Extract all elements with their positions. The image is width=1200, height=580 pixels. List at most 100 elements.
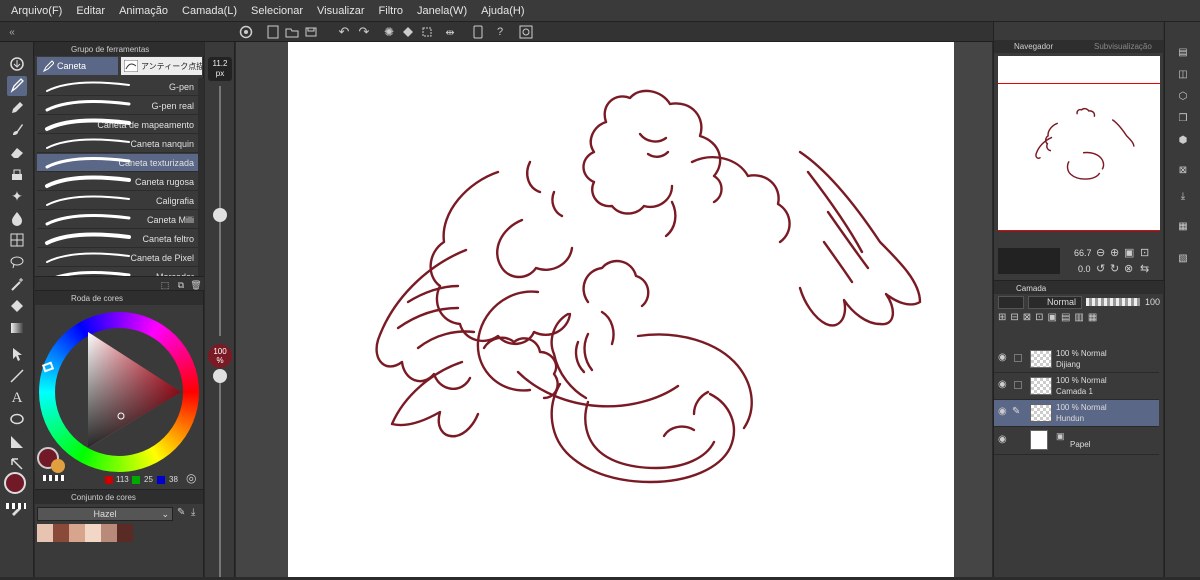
- clear-icon[interactable]: ✺: [381, 24, 397, 40]
- correct-line-icon[interactable]: [7, 454, 27, 474]
- main-color-swatch[interactable]: [4, 472, 26, 494]
- layer-row-paper[interactable]: ◉ ▣ Papel: [994, 427, 1159, 455]
- transparent-swatch[interactable]: [6, 503, 26, 509]
- sv-triangle[interactable]: [55, 328, 183, 456]
- sub-color-circle[interactable]: [51, 459, 65, 473]
- view-tool-icon[interactable]: [7, 54, 27, 74]
- brush-item[interactable]: Caneta Milli: [37, 211, 198, 229]
- pen-tool-icon[interactable]: [7, 76, 27, 96]
- flip-icon[interactable]: ⇹: [442, 24, 458, 40]
- brush-item[interactable]: Caneta texturizada: [37, 154, 198, 172]
- ruler-tool-icon[interactable]: [7, 432, 27, 452]
- layer-lock-box[interactable]: [1014, 381, 1022, 389]
- rotate-right-icon[interactable]: ↻: [1110, 262, 1119, 275]
- strip-icon-9[interactable]: ▧: [1175, 250, 1191, 266]
- layer-opacity-value[interactable]: 100: [1145, 297, 1160, 307]
- operation-tool-icon[interactable]: [7, 344, 27, 364]
- layer-toolbar[interactable]: ⊞⊟⊠⊡▣▤▥▦: [998, 312, 1160, 326]
- navigator-slider-area[interactable]: [998, 248, 1060, 274]
- color-swatch[interactable]: [37, 524, 53, 542]
- magic-wand-icon[interactable]: [7, 274, 27, 294]
- transparent-toggle[interactable]: [43, 475, 65, 481]
- blend-tool-icon[interactable]: [7, 208, 27, 228]
- layer-opacity-slider[interactable]: [1086, 298, 1140, 306]
- zoom-value[interactable]: 66.7: [1074, 248, 1092, 258]
- redo-icon[interactable]: ↷: [356, 24, 372, 40]
- blend-icon-button[interactable]: [998, 296, 1024, 309]
- sparkle-tool-icon[interactable]: ✦: [7, 186, 27, 206]
- menu-camada[interactable]: Camada(L): [175, 5, 244, 17]
- reset-rotation-icon[interactable]: ⊗: [1124, 262, 1133, 275]
- wrench-icon[interactable]: ✎: [177, 507, 185, 518]
- strip-icon-3[interactable]: ⬡: [1175, 88, 1191, 104]
- tab-navegador[interactable]: Navegador: [1014, 42, 1053, 51]
- brush-item[interactable]: G-pen: [37, 78, 198, 96]
- pencil-tool-icon[interactable]: [7, 98, 27, 118]
- blend-mode-select[interactable]: Normal: [1028, 296, 1082, 309]
- menu-editar[interactable]: Editar: [69, 5, 112, 17]
- brush-size-display[interactable]: 11.2 px: [208, 57, 232, 81]
- rotate-left-icon[interactable]: ↺: [1096, 262, 1105, 275]
- opacity-thumb[interactable]: [213, 369, 227, 383]
- new-file-icon[interactable]: [265, 24, 281, 40]
- strip-icon-5[interactable]: ⬢: [1175, 132, 1191, 148]
- lasso-tool-icon[interactable]: [7, 252, 27, 272]
- strip-icon-7[interactable]: ⤓: [1175, 188, 1191, 204]
- strip-icon-2[interactable]: ◫: [1175, 66, 1191, 82]
- menu-filtro[interactable]: Filtro: [372, 5, 410, 17]
- color-swatch[interactable]: [117, 524, 133, 542]
- open-file-icon[interactable]: [284, 24, 300, 40]
- menu-selecionar[interactable]: Selecionar: [244, 5, 310, 17]
- layer-lock-box[interactable]: [1014, 354, 1022, 362]
- eye-icon[interactable]: ◉: [998, 379, 1007, 390]
- layer-row[interactable]: ◉ 100 % Normal Dijiang: [994, 346, 1159, 373]
- color-swatch[interactable]: [85, 524, 101, 542]
- color-swatch[interactable]: [53, 524, 69, 542]
- fill-icon[interactable]: [400, 24, 416, 40]
- color-mode-icon[interactable]: ◎: [186, 471, 196, 485]
- import-icon[interactable]: ⤓: [191, 507, 195, 518]
- color-set-select[interactable]: Hazel ⌄: [37, 507, 173, 521]
- tab-subvisualizacao[interactable]: Subvisualização: [1094, 42, 1152, 51]
- brush-item[interactable]: Caneta de mapeamento: [37, 116, 198, 134]
- gradient-tool-icon[interactable]: [7, 318, 27, 338]
- eraser-tool-icon[interactable]: [7, 142, 27, 162]
- menu-janela[interactable]: Janela(W): [410, 5, 474, 17]
- brush-size-thumb[interactable]: [213, 208, 227, 222]
- help-icon[interactable]: ?: [492, 24, 508, 40]
- actual-size-icon[interactable]: ⊡: [1140, 246, 1149, 259]
- strip-icon-8[interactable]: ▦: [1175, 218, 1191, 234]
- clip-studio-icon[interactable]: [238, 24, 254, 40]
- tab-camada[interactable]: Camada: [1016, 284, 1046, 293]
- color-swatch[interactable]: [101, 524, 117, 542]
- brush-item[interactable]: Caneta rugosa: [37, 173, 198, 191]
- collapse-left-icon[interactable]: «: [4, 24, 20, 40]
- brush-item[interactable]: Caneta de Pixel: [37, 249, 198, 267]
- zoom-in-icon[interactable]: ⊕: [1110, 246, 1119, 259]
- text-tool-icon[interactable]: A: [7, 388, 27, 408]
- tab-caneta[interactable]: Caneta: [37, 57, 118, 75]
- eye-icon[interactable]: ◉: [998, 406, 1007, 417]
- device-icon[interactable]: [470, 24, 486, 40]
- eye-icon[interactable]: ◉: [998, 434, 1007, 445]
- fill-bucket-icon[interactable]: [7, 296, 27, 316]
- strip-icon-6[interactable]: ⊠: [1175, 162, 1191, 178]
- color-swatch[interactable]: [69, 524, 85, 542]
- navigator-preview[interactable]: [998, 56, 1160, 231]
- balloon-tool-icon[interactable]: [7, 410, 27, 430]
- strip-icon-4[interactable]: ❒: [1175, 110, 1191, 126]
- brush-item[interactable]: Caneta feltro: [37, 230, 198, 248]
- brush-tool-icon[interactable]: [7, 120, 27, 140]
- eye-icon[interactable]: ◉: [998, 352, 1007, 363]
- zoom-window-icon[interactable]: [518, 24, 534, 40]
- zoom-out-icon[interactable]: ⊖: [1096, 246, 1105, 259]
- strip-icon-1[interactable]: ▤: [1175, 44, 1191, 60]
- menu-arquivo[interactable]: Arquivo(F): [4, 5, 69, 17]
- layer-row[interactable]: ◉ 100 % Normal Camada 1: [994, 373, 1159, 400]
- rotation-value[interactable]: 0.0: [1078, 264, 1091, 274]
- fit-icon[interactable]: ▣: [1124, 246, 1134, 259]
- menu-visualizar[interactable]: Visualizar: [310, 5, 372, 17]
- tab-antique[interactable]: アンティーク点描: [121, 57, 202, 75]
- decoration-tool-icon[interactable]: [7, 164, 27, 184]
- brush-item[interactable]: Caligrafia: [37, 192, 198, 210]
